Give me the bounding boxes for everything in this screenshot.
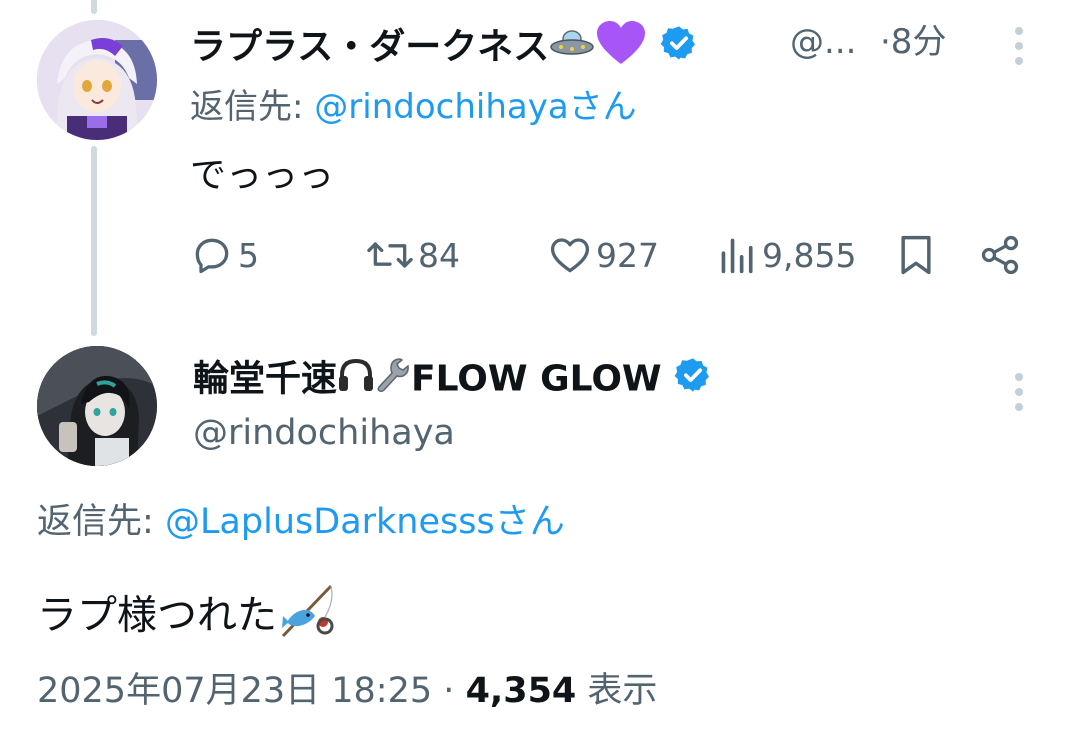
main-tweet-text: ラプ様つれた xyxy=(37,592,277,639)
avatar-laplus-image xyxy=(37,20,157,140)
view-count: 9,855 xyxy=(762,235,857,275)
main-author-handle[interactable]: @rindochihaya xyxy=(193,410,455,456)
reply-action-like[interactable]: 927 xyxy=(548,230,659,280)
main-author-name[interactable]: 輪堂千速 FLOW GLOW xyxy=(193,356,712,405)
main-replying-to: 返信先: @LaplusDarknesssさん xyxy=(37,498,565,546)
reply-action-reply[interactable]: 5 xyxy=(190,230,259,280)
reply-author-display-name: ラプラス・ダークネス xyxy=(190,26,550,68)
repost-count: 84 xyxy=(418,235,460,275)
main-view-label: 表示 xyxy=(587,671,658,711)
main-tweet-meta: 2025年07月23日 18:25 · 4,354 表示 xyxy=(37,666,657,716)
repost-icon xyxy=(367,242,413,268)
thread-line xyxy=(91,146,97,336)
avatar-rindochihaya[interactable] xyxy=(37,346,157,466)
heart-icon xyxy=(550,238,590,273)
meta-separator: · xyxy=(443,671,455,711)
main-replying-to-link[interactable]: @LaplusDarknesssさん xyxy=(165,502,565,542)
reply-action-repost[interactable]: 84 xyxy=(366,230,460,280)
thread-line-top xyxy=(91,0,97,14)
bookmark-button[interactable] xyxy=(896,230,936,280)
share-icon xyxy=(981,235,1019,275)
main-view-count: 4,354 xyxy=(465,671,577,711)
reply-author-handle[interactable]: @... xyxy=(790,20,856,64)
main-author-display-name: 輪堂千速 xyxy=(193,358,338,400)
reply-replying-label: 返信先: xyxy=(190,87,304,127)
main-replying-label: 返信先: xyxy=(37,502,154,542)
reply-time-ago[interactable]: ·8分 xyxy=(880,20,946,64)
main-tweet-text-row: ラプ様つれた xyxy=(37,582,339,653)
reply-icon xyxy=(195,238,229,274)
reply-tweet-text: でっっっ xyxy=(190,155,335,196)
wrench-icon xyxy=(375,356,411,405)
reply-action-views[interactable]: 9,855 xyxy=(718,230,856,280)
share-button[interactable] xyxy=(978,230,1022,280)
reply-more-options-icon[interactable] xyxy=(1013,27,1025,72)
reply-replying-to-link[interactable]: @rindochihayaさん xyxy=(314,87,636,127)
reply-author-name[interactable]: ラプラス・ダークネス xyxy=(190,20,698,77)
flying-saucer-icon xyxy=(549,26,595,71)
main-verified-badge-icon xyxy=(674,356,712,405)
avatar-laplus[interactable] xyxy=(37,20,157,140)
reply-count: 5 xyxy=(238,235,259,275)
purple-heart-icon xyxy=(595,20,647,77)
main-author-name-suffix: FLOW GLOW xyxy=(411,358,662,400)
like-count: 927 xyxy=(596,235,659,275)
tweet-datetime[interactable]: 2025年07月23日 18:25 xyxy=(37,671,432,711)
avatar-rindochihaya-image xyxy=(37,346,157,466)
reply-replying-to: 返信先: @rindochihayaさん xyxy=(190,84,637,130)
fishing-pole-icon xyxy=(277,582,339,653)
main-more-options-icon[interactable] xyxy=(1013,373,1025,418)
verified-badge-icon xyxy=(660,24,698,73)
headphones-icon xyxy=(337,357,375,404)
analytics-icon xyxy=(721,238,753,274)
bookmark-icon xyxy=(901,235,931,275)
